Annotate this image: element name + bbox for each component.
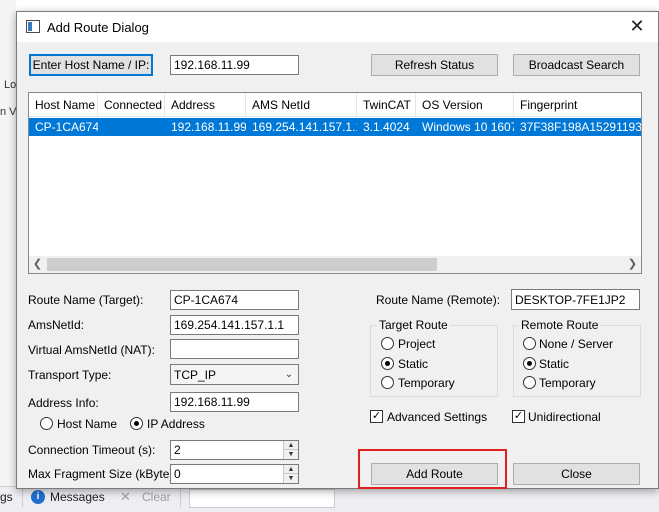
advanced-settings-label: Advanced Settings (387, 410, 488, 424)
close-button[interactable]: Close (513, 463, 640, 485)
host-list-header: Host Name Connected Address AMS NetId Tw… (29, 93, 641, 117)
target-route-project-label: Project (398, 337, 436, 351)
remote-route-none-label: None / Server (539, 337, 614, 351)
spin-buttons[interactable]: ▲ ▼ (283, 465, 298, 483)
route-name-remote-label: Route Name (Remote): (376, 293, 501, 307)
background-tab-messages[interactable]: Messages (50, 490, 105, 504)
scrollbar-thumb[interactable] (47, 258, 437, 271)
virtual-amsnetid-label: Virtual AmsNetId (NAT): (28, 343, 155, 357)
background-text: n V (0, 106, 17, 118)
column-header-os-version[interactable]: OS Version (416, 93, 514, 117)
background-filter-combo[interactable] (189, 489, 335, 508)
transport-type-select[interactable]: TCP_IP ⌄ (170, 364, 299, 385)
amsnetid-input[interactable]: 169.254.141.157.1.1 (170, 315, 299, 335)
max-fragment-label: Max Fragment Size (kByte): (28, 467, 177, 481)
window-app-icon (26, 20, 40, 33)
address-info-label: Address Info: (28, 396, 99, 410)
connection-timeout-value: 2 (174, 443, 181, 457)
cell-host-name: CP-1CA674 (35, 120, 98, 134)
background-text: Lo (4, 79, 17, 91)
target-route-title: Target Route (377, 318, 450, 332)
host-name-radio-label: Host Name (57, 417, 118, 431)
remote-route-temporary-label: Temporary (539, 376, 596, 390)
spin-down-icon[interactable]: ▼ (284, 474, 298, 483)
add-route-dialog: Add Route Dialog ✕ Enter Host Name / IP:… (16, 11, 659, 489)
column-header-connected[interactable]: Connected (98, 93, 165, 117)
toolbar-separator (180, 489, 181, 507)
info-icon: i (31, 490, 45, 504)
amsnetid-label: AmsNetId: (28, 318, 85, 332)
connection-timeout-stepper[interactable]: 2 ▲ ▼ (170, 440, 299, 460)
unidirectional-label: Unidirectional (528, 410, 601, 424)
route-name-remote-input[interactable]: DESKTOP-7FE1JP2 (511, 289, 640, 310)
cell-os-version: Windows 10 1607 (422, 120, 514, 134)
remote-route-title: Remote Route (519, 318, 601, 332)
target-route-temporary-label: Temporary (398, 376, 455, 390)
broadcast-search-button[interactable]: Broadcast Search (513, 54, 640, 76)
target-route-static-label: Static (398, 357, 429, 371)
cell-twincat: 3.1.4024 (363, 120, 410, 134)
toolbar-separator (22, 489, 23, 507)
column-header-fingerprint[interactable]: Fingerprint (514, 93, 641, 117)
clear-icon: ✕ (120, 489, 131, 504)
host-name-radio[interactable] (40, 417, 53, 430)
advanced-settings-checkbox[interactable]: ✓ (370, 410, 383, 423)
remote-route-none-radio[interactable] (523, 337, 536, 350)
max-fragment-stepper[interactable]: 0 ▲ ▼ (170, 464, 299, 484)
chevron-down-icon: ⌄ (284, 369, 294, 380)
max-fragment-value: 0 (174, 467, 181, 481)
spin-up-icon[interactable]: ▲ (284, 465, 298, 474)
remote-route-temporary-radio[interactable] (523, 376, 536, 389)
background-tab-logs[interactable]: gs (0, 490, 13, 504)
address-info-input[interactable]: 192.168.11.99 (170, 392, 299, 412)
column-header-twincat[interactable]: TwinCAT (357, 93, 416, 117)
table-row[interactable]: CP-1CA674 192.168.11.99 169.254.141.157.… (29, 118, 641, 136)
refresh-status-button[interactable]: Refresh Status (371, 54, 498, 76)
scroll-left-icon[interactable]: ❮ (29, 256, 46, 273)
virtual-amsnetid-input[interactable] (170, 339, 299, 359)
spin-buttons[interactable]: ▲ ▼ (283, 441, 298, 459)
unidirectional-checkbox[interactable]: ✓ (512, 410, 525, 423)
title-bar: Add Route Dialog ✕ (17, 12, 658, 42)
target-route-temporary-radio[interactable] (381, 376, 394, 389)
connection-timeout-label: Connection Timeout (s): (28, 443, 156, 457)
target-route-project-radio[interactable] (381, 337, 394, 350)
route-name-target-input[interactable]: CP-1CA674 (170, 290, 299, 310)
column-header-host-name[interactable]: Host Name (29, 93, 98, 117)
host-ip-input[interactable]: 192.168.11.99 (170, 55, 299, 75)
route-name-target-label: Route Name (Target): (28, 293, 144, 307)
ip-address-radio-label: IP Address (147, 417, 205, 431)
cell-address: 192.168.11.99 (171, 120, 246, 134)
target-route-static-radio[interactable] (381, 357, 394, 370)
add-route-button[interactable]: Add Route (371, 463, 498, 485)
spin-up-icon[interactable]: ▲ (284, 441, 298, 450)
horizontal-scrollbar[interactable]: ❮ ❯ (29, 256, 641, 273)
cell-connected (98, 118, 165, 136)
transport-type-label: Transport Type: (28, 368, 112, 382)
transport-type-value: TCP_IP (174, 367, 217, 382)
ip-address-radio[interactable] (130, 417, 143, 430)
column-header-address[interactable]: Address (165, 93, 246, 117)
enter-host-button[interactable]: Enter Host Name / IP: (29, 54, 153, 76)
background-left-panel (0, 0, 16, 512)
dialog-title: Add Route Dialog (47, 20, 149, 35)
cell-ams-netid: 169.254.141.157.1.1 (252, 120, 357, 134)
column-header-ams-netid[interactable]: AMS NetId (246, 93, 357, 117)
host-list[interactable]: Host Name Connected Address AMS NetId Tw… (28, 92, 642, 274)
cell-fingerprint: 37F38F198A1529119364 (520, 120, 641, 134)
close-icon[interactable]: ✕ (617, 12, 657, 42)
remote-route-static-label: Static (539, 357, 570, 371)
spin-down-icon[interactable]: ▼ (284, 450, 298, 459)
background-clear-button[interactable]: Clear (142, 490, 171, 504)
remote-route-static-radio[interactable] (523, 357, 536, 370)
scroll-right-icon[interactable]: ❯ (624, 256, 641, 273)
